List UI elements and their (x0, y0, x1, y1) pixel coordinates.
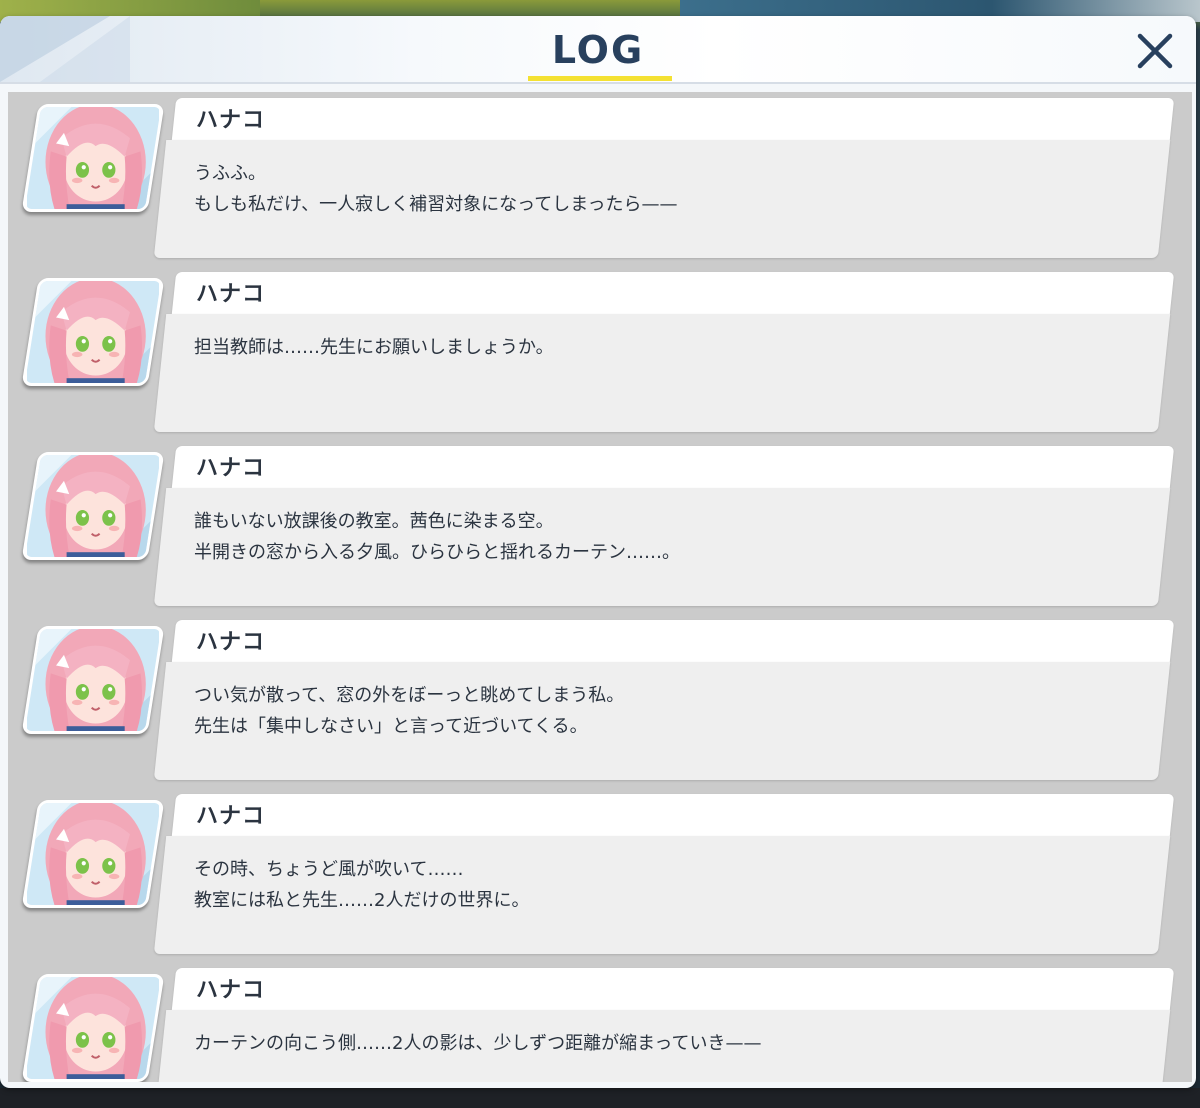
log-entry: ハナコその時、ちょうど風が吹いて…… 教室には私と先生……2人だけの世界に。 (8, 792, 1192, 958)
message-line: もしも私だけ、一人寂しく補習対象になってしまったら—— (194, 194, 678, 215)
message-line: 先生は「集中しなさい」と言って近づいてくる。 (194, 716, 588, 737)
speaker-name: ハナコ (196, 456, 266, 481)
message-line: その時、ちょうど風が吹いて…… (194, 859, 464, 880)
speaker-name-tab (171, 968, 1175, 1010)
speaker-avatar (21, 626, 165, 734)
log-dialog: LOG ハナコうふふ。もしも私だけ、一人寂しく補習対象になってしまったら—— (0, 16, 1196, 1088)
message-text: 担当教師は……先生にお願いしましょうか。 (194, 332, 1154, 394)
close-icon (1137, 33, 1173, 69)
dialog-header: LOG (0, 16, 1196, 84)
message-text: その時、ちょうど風が吹いて…… 教室には私と先生……2人だけの世界に。 (194, 854, 1154, 916)
message-text: カーテンの向こう側……2人の影は、少しずつ距離が縮まっていき—— (194, 1028, 1154, 1082)
bottom-strip (0, 1088, 1200, 1108)
title-underline (528, 76, 672, 81)
speaker-name: ハナコ (196, 282, 266, 307)
speaker-name: ハナコ (196, 804, 266, 829)
speaker-avatar (21, 278, 165, 386)
message-line: カーテンの向こう側……2人の影は、少しずつ距離が縮まっていき—— (194, 1033, 762, 1054)
speaker-name-tab (171, 98, 1175, 140)
speaker-avatar (21, 104, 165, 212)
message-text: うふふ。もしも私だけ、一人寂しく補習対象になってしまったら—— (194, 158, 1154, 220)
message-line: つい気が散って、窓の外をぼーっと眺めてしまう私。 (194, 685, 625, 706)
dialog-title: LOG (551, 28, 645, 72)
message-line: 誰もいない放課後の教室。茜色に染まる空。 (194, 511, 554, 532)
log-entry: ハナコ担当教師は……先生にお願いしましょうか。 (8, 270, 1192, 436)
log-entry: ハナコ誰もいない放課後の教室。茜色に染まる空。半開きの窓から入る夕風。ひらひらと… (8, 444, 1192, 610)
speaker-name-tab (171, 794, 1175, 836)
speaker-name: ハナコ (196, 978, 266, 1003)
speaker-name-tab (171, 620, 1175, 662)
message-line: うふふ。 (194, 163, 266, 184)
speaker-name-tab (171, 446, 1175, 488)
message-line: 半開きの窓から入る夕風。ひらひらと揺れるカーテン……。 (194, 542, 680, 563)
speaker-name-tab (171, 272, 1175, 314)
log-list[interactable]: ハナコ うふふ。 もしも私だけ、一人寂しく補習対象になってしまったら—— ハナコ 担当… (8, 92, 1192, 1082)
message-line (194, 1059, 1154, 1082)
speaker-avatar (21, 452, 165, 560)
log-entry: ハナコつい気が散って、窓の外をぼーっと眺めてしまう私。 先生は「集中しなさい」と言… (8, 618, 1192, 784)
message-line (194, 363, 1154, 394)
log-entry: ハナコカーテンの向こう側……2人の影は、少しずつ距離が縮まっていき—— (8, 966, 1192, 1082)
speaker-avatar (21, 974, 165, 1082)
message-line: 担当教師は……先生にお願いしましょうか。 (194, 337, 554, 358)
message-line: 教室には私と先生……2人だけの世界に。 (194, 890, 530, 911)
log-entry: ハナコうふふ。もしも私だけ、一人寂しく補習対象になってしまったら—— (8, 96, 1192, 262)
message-text: 誰もいない放課後の教室。茜色に染まる空。半開きの窓から入る夕風。ひらひらと揺れる… (194, 506, 1154, 568)
speaker-name: ハナコ (196, 630, 266, 655)
close-button[interactable] (1134, 30, 1176, 72)
speaker-name: ハナコ (196, 108, 266, 133)
message-text: つい気が散って、窓の外をぼーっと眺めてしまう私。 先生は「集中しなさい」と言って近… (194, 680, 1154, 742)
speaker-avatar (21, 800, 165, 908)
